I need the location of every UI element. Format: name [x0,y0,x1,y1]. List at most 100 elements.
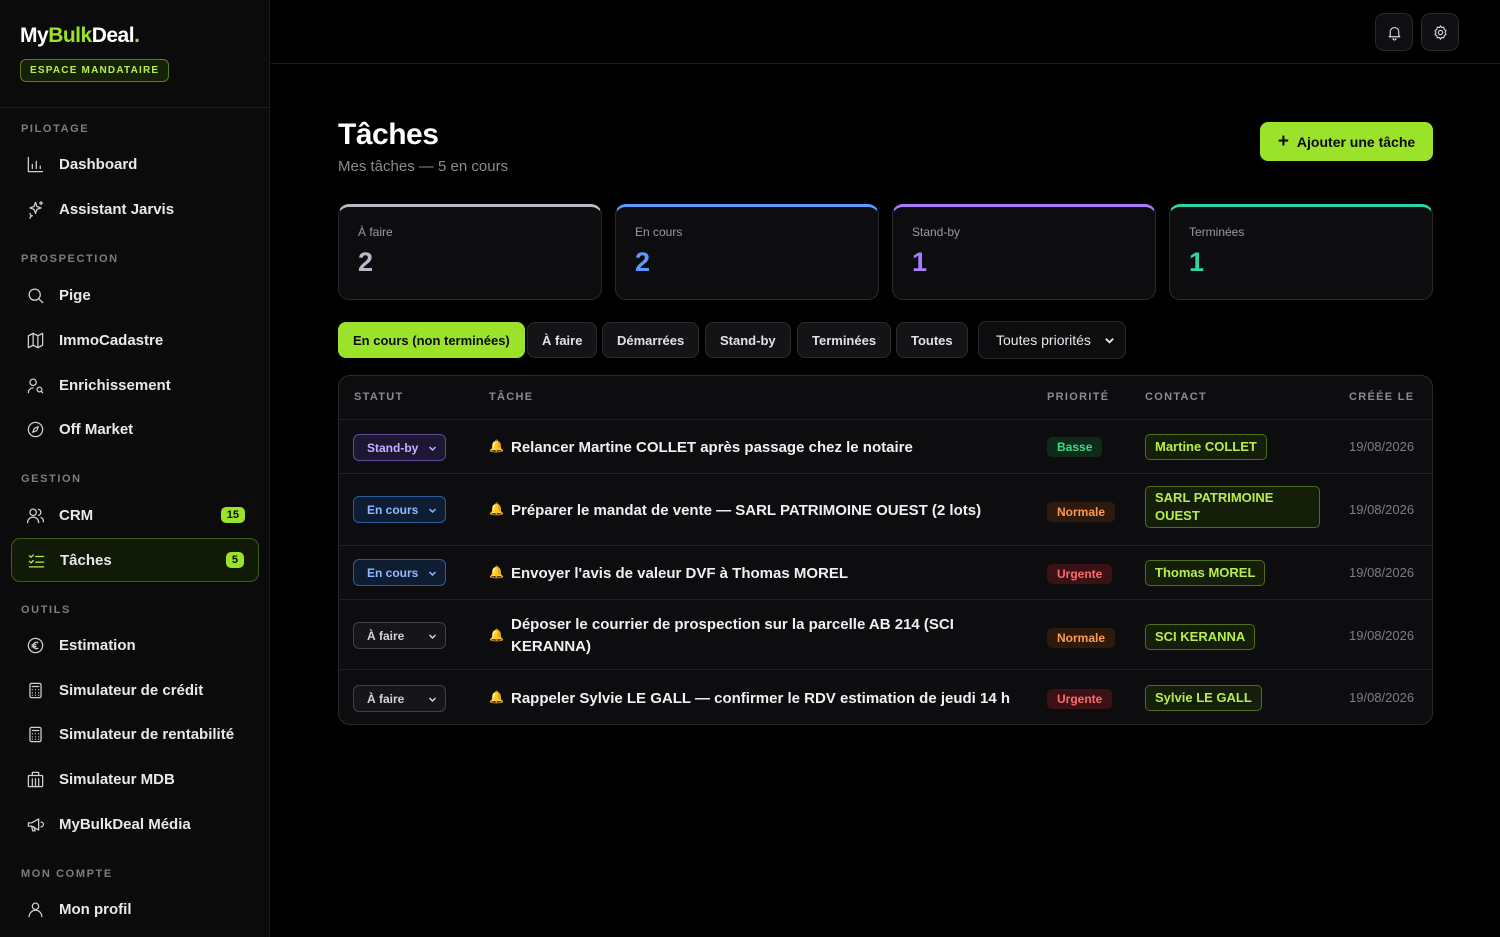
table-row[interactable]: En cours 🔔 Envoyer l'avis de valeur DVF … [339,546,1432,600]
stat-card-encours[interactable]: En cours 2 [615,204,879,300]
add-task-button[interactable]: + Ajouter une tâche [1260,122,1433,161]
table-row[interactable]: À faire 🔔 Rappeler Sylvie LE GALL — conf… [339,670,1432,724]
map-icon [25,330,45,350]
col-header-creee[interactable]: CRÉÉE LE [1349,391,1414,403]
sidebar-item-credit[interactable]: Simulateur de crédit [11,668,259,712]
created-date: 19/08/2026 [1349,565,1415,580]
sidebar-item-immocadastre[interactable]: ImmoCadastre [11,318,259,362]
col-header-priorite[interactable]: PRIORITÉ [1047,391,1109,403]
table-row[interactable]: En cours 🔔 Préparer le mandat de vente —… [339,474,1432,546]
status-value: En cours [367,502,419,517]
stat-card-terminees[interactable]: Terminées 1 [1169,204,1433,300]
bell-icon [1388,26,1400,40]
calculator-icon [25,680,45,700]
stat-card-standby[interactable]: Stand-by 1 [892,204,1156,300]
sidebar-item-label: Mon profil [59,900,132,918]
sidebar: MyBulkDeal. ESPACE MANDATAIRE PILOTAGE D… [0,0,270,937]
stat-card-afaire[interactable]: À faire 2 [338,204,602,300]
task-title[interactable]: Relancer Martine COLLET après passage ch… [511,437,991,459]
status-select[interactable]: En cours [353,496,446,523]
filter-afaire[interactable]: À faire [527,322,598,358]
users-icon [25,505,45,525]
sidebar-item-offmarket[interactable]: Off Market [11,407,259,451]
logo-dot: . [134,24,140,47]
filter-toutes[interactable]: Toutes [896,322,968,358]
status-select[interactable]: Stand-by [353,434,446,461]
page-title: Tâches [338,118,439,151]
stat-label: Terminées [1189,225,1245,239]
sidebar-item-label: Enrichissement [59,376,171,394]
contact-badge[interactable]: SCI KERANNA [1145,624,1256,650]
task-title[interactable]: Envoyer l'avis de valeur DVF à Thomas MO… [511,563,991,585]
table-row[interactable]: Stand-by 🔔 Relancer Martine COLLET après… [339,420,1432,474]
filter-demarrees[interactable]: Démarrées [602,322,700,358]
stat-value: 1 [1189,247,1205,277]
nav-section-compte: MON COMPTE [21,868,113,880]
bell-icon: 🔔 [489,565,504,579]
sidebar-item-taches[interactable]: Tâches 5 [11,538,259,582]
bell-icon: 🔔 [489,690,504,704]
filter-standby[interactable]: Stand-by [705,322,791,358]
table-row[interactable]: À faire 🔔 Déposer le courrier de prospec… [339,600,1432,670]
col-header-statut[interactable]: STATUT [354,391,404,403]
created-date: 19/08/2026 [1349,628,1415,643]
sidebar-item-rentabilite[interactable]: Simulateur de rentabilité [11,712,259,756]
contact-badge[interactable]: Sylvie LE GALL [1145,685,1262,711]
created-date: 19/08/2026 [1349,502,1415,517]
compass-icon [25,419,45,439]
logo[interactable]: MyBulkDeal. [20,24,249,48]
contact-badge[interactable]: Thomas MOREL [1145,560,1266,586]
tasks-table: STATUT TÂCHE PRIORITÉ CONTACT CRÉÉE LE S… [338,375,1433,725]
chevron-down-icon [1105,338,1114,344]
status-select[interactable]: À faire [353,622,446,649]
chevron-down-icon [428,446,437,452]
filter-terminees[interactable]: Terminées [797,322,892,358]
crm-count-badge: 15 [220,507,245,523]
contact-badge[interactable]: SARL PATRIMOINE OUEST [1145,486,1320,528]
sidebar-item-label: MyBulkDeal Média [59,815,191,833]
chevron-down-icon [428,571,437,577]
sidebar-item-mdb[interactable]: Simulateur MDB [11,757,259,801]
sidebar-item-label: Assistant Jarvis [59,200,175,218]
priority-select[interactable]: Toutes priorités [978,321,1126,359]
sidebar-item-crm[interactable]: CRM 15 [11,493,259,537]
logo-part: My [20,24,49,47]
status-value: À faire [367,691,405,706]
building-icon [25,769,45,789]
status-select[interactable]: À faire [353,685,446,712]
plus-icon: + [1277,131,1289,152]
col-header-tache[interactable]: TÂCHE [489,391,533,403]
sidebar-item-pige[interactable]: Pige [11,273,259,317]
created-date: 19/08/2026 [1349,690,1415,705]
sidebar-item-label: CRM [59,506,94,524]
task-title[interactable]: Rappeler Sylvie LE GALL — confirmer le R… [511,688,1011,710]
sidebar-item-dashboard[interactable]: Dashboard [11,142,259,186]
contact-badge[interactable]: Martine COLLET [1145,434,1267,460]
sidebar-item-media[interactable]: MyBulkDeal Média [11,802,259,846]
logo-part-accent: Bulk [48,24,92,47]
add-task-label: Ajouter une tâche [1296,133,1416,150]
sidebar-item-profil[interactable]: Mon profil [11,887,259,931]
filter-encours[interactable]: En cours (non terminées) [338,322,525,358]
stat-label: En cours [635,225,683,239]
priority-badge: Urgente [1047,564,1113,584]
taches-count-badge: 5 [225,552,244,568]
gear-icon [1433,24,1447,40]
settings-button[interactable] [1421,13,1459,51]
task-title[interactable]: Déposer le courrier de prospection sur l… [511,614,981,658]
sidebar-item-label: Tâches [60,551,112,569]
priority-badge: Basse [1047,437,1103,457]
status-select[interactable]: En cours [353,559,446,586]
sidebar-item-label: Simulateur de crédit [59,681,204,699]
sidebar-item-jarvis[interactable]: Assistant Jarvis [11,187,259,231]
sidebar-item-estimation[interactable]: Estimation [11,623,259,667]
stat-label: À faire [358,225,393,239]
notifications-button[interactable] [1375,13,1413,51]
col-header-contact[interactable]: CONTACT [1145,391,1207,403]
status-value: Stand-by [367,440,419,455]
bar-chart-icon [25,154,45,174]
task-title[interactable]: Préparer le mandat de vente — SARL PATRI… [511,500,991,522]
megaphone-icon [25,814,45,834]
sidebar-item-enrichissement[interactable]: Enrichissement [11,363,259,407]
chevron-down-icon [428,634,437,640]
